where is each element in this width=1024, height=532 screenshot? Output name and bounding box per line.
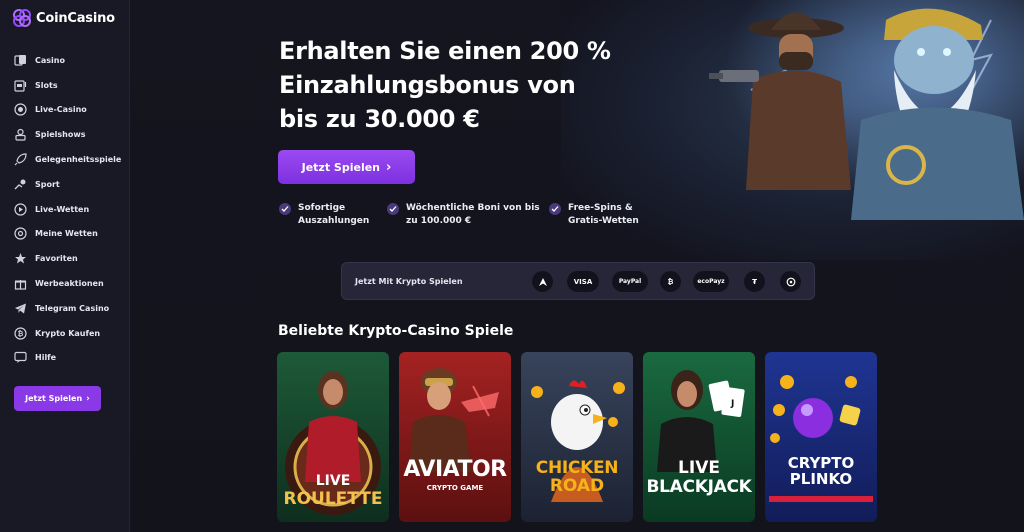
benefit-free-spins: Free-Spins & Gratis-Wetten [549,202,639,228]
live-chip-icon [14,103,27,117]
crypto-payment-bar[interactable]: Jetzt Mit Krypto Spielen VISA PayPal ₿ e… [341,262,815,300]
app-root: CoinCasino Casino Slots Live-Casino Spie… [0,0,1024,532]
sidebar-play-now-button[interactable]: Jetzt Spielen › [14,386,101,411]
chevron-right-icon: › [386,159,392,175]
arrow-logo-icon [532,271,553,292]
sidebar-item-werbeaktionen[interactable]: Werbeaktionen [14,271,130,296]
solana-icon [780,271,801,292]
gift-icon [14,277,27,290]
brand-name: CoinCasino [36,10,115,26]
help-chat-icon [14,351,27,364]
sidebar-item-casino[interactable]: Casino [14,48,130,73]
svg-text:J: J [730,399,734,409]
sidebar-nav: Casino Slots Live-Casino Spielshows Gele… [14,48,130,370]
sidebar-item-spielshows[interactable]: Spielshows [14,122,130,147]
crypto-bar-label: Jetzt Mit Krypto Spielen [355,276,463,286]
sidebar-item-meine-wetten[interactable]: Meine Wetten [14,222,130,247]
game-show-icon [14,128,27,141]
star-icon [14,252,27,265]
plinko-art [769,375,873,502]
game-card-aviator[interactable]: AVIATOR CRYPTO GAME [399,352,511,522]
game-card-crypto-plinko[interactable]: CRYPTO PLINKO [765,352,877,522]
game-card-chicken-road[interactable]: CHICKEN ROAD [521,352,633,522]
sidebar-item-live-wetten[interactable]: Live-Wetten [14,197,130,222]
check-icon [387,203,399,215]
rocket-icon [14,153,27,166]
sidebar: CoinCasino Casino Slots Live-Casino Spie… [0,0,130,532]
brand-logo[interactable]: CoinCasino [12,8,115,28]
visa-icon: VISA [567,271,599,292]
sidebar-item-live-casino[interactable]: Live-Casino [14,98,130,123]
sidebar-item-favoriten[interactable]: Favoriten [14,246,130,271]
check-icon [279,203,291,215]
game-card-live-blackjack[interactable]: J LIVE BLACKJACK [643,352,755,522]
tether-icon: ₮ [744,271,765,292]
popular-games-title: Beliebte Krypto-Casino Spiele [278,323,514,339]
hero-title: Erhalten Sie einen 200 % Einzahlungsbonu… [279,37,611,133]
paypal-icon: PayPal [612,271,648,292]
chevron-right-icon: › [86,393,90,404]
check-icon [549,203,561,215]
main-content: Erhalten Sie einen 200 % Einzahlungsbonu… [131,0,1024,532]
sidebar-item-slots[interactable]: Slots [14,73,130,98]
play-circle-icon [14,203,27,216]
game-card-live-roulette[interactable]: LIVE ROULETTE [277,352,389,522]
sidebar-item-gelegenheitsspiele[interactable]: Gelegenheitsspiele [14,147,130,172]
chicken-art [531,380,625,502]
hero-play-now-button[interactable]: Jetzt Spielen › [278,150,415,184]
crypto-buy-icon: ₿ [14,327,27,340]
sidebar-item-hilfe[interactable]: Hilfe [14,346,130,371]
benefit-weekly-bonus: Wöchentliche Boni von bis zu 100.000 € [387,202,540,228]
ecopayz-icon: ecoPayz [693,271,729,292]
svg-text:₿: ₿ [18,330,24,338]
coincasino-logo-icon [13,9,31,27]
sport-icon [14,178,27,191]
sidebar-item-krypto-kaufen[interactable]: ₿ Krypto Kaufen [14,321,130,346]
slot-machine-icon [14,79,27,92]
sidebar-item-telegram-casino[interactable]: Telegram Casino [14,296,130,321]
sidebar-item-sport[interactable]: Sport [14,172,130,197]
telegram-icon [14,302,27,315]
bitcoin-icon: ₿ [660,271,681,292]
aviator-pilot-art [409,368,499,472]
cards-icon [14,54,27,67]
hero-illustration [691,0,1024,220]
benefit-instant-payouts: Sofortige Auszahlungen [279,202,369,228]
bets-icon [14,227,27,241]
